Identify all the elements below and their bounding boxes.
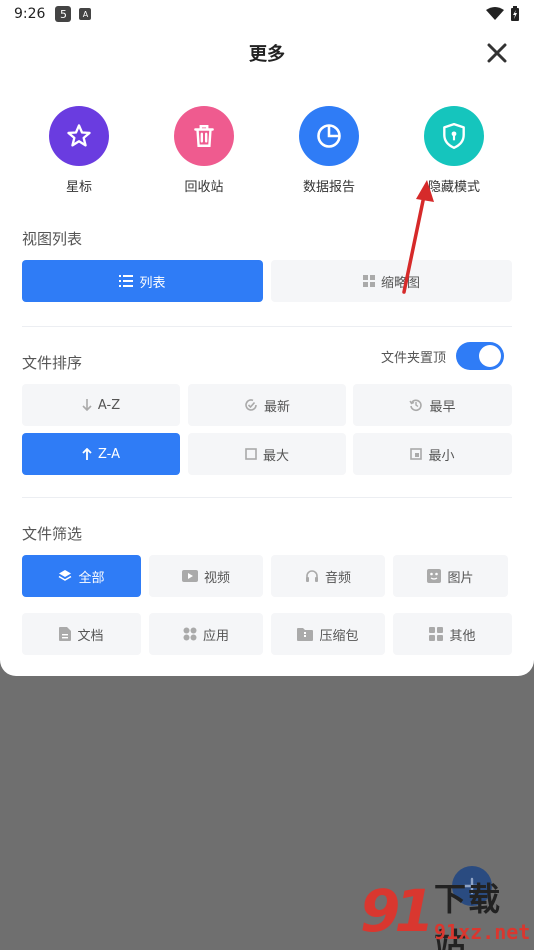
grid-icon bbox=[362, 275, 375, 287]
watermark-url: 91xz.net bbox=[434, 920, 531, 944]
arrow-up-icon bbox=[82, 448, 92, 460]
sheet-title: 更多 bbox=[249, 44, 285, 65]
grid-icon bbox=[429, 627, 444, 641]
star-icon bbox=[67, 124, 91, 147]
status-time: 9:26 bbox=[14, 6, 46, 22]
status-bar: 9:26 5 A bbox=[0, 0, 534, 28]
hidden-mode-circle bbox=[424, 106, 484, 166]
pie-chart-icon bbox=[317, 124, 341, 148]
close-icon bbox=[487, 43, 507, 63]
sort-option-a-z[interactable]: A-Z bbox=[22, 384, 180, 426]
sort-option-z-a[interactable]: Z-A bbox=[22, 433, 180, 475]
folder-top-setting: 文件夹置顶 bbox=[381, 342, 504, 370]
wifi-icon bbox=[486, 7, 504, 20]
report-circle bbox=[299, 106, 359, 166]
filter-option-label: 其他 bbox=[449, 628, 476, 644]
close-button[interactable] bbox=[482, 38, 512, 68]
history-icon bbox=[409, 399, 423, 412]
quick-action-trash[interactable]: 回收站 bbox=[149, 106, 259, 195]
filter-option-label: 压缩包 bbox=[319, 628, 359, 644]
folder-top-toggle[interactable] bbox=[456, 342, 504, 370]
view-option-list[interactable]: 列表 bbox=[22, 260, 263, 302]
filter-title: 文件筛选 bbox=[22, 525, 83, 543]
square-small-icon bbox=[410, 448, 423, 460]
quick-action-label: 星标 bbox=[65, 180, 92, 195]
notification-badge-small: A bbox=[79, 8, 92, 20]
arrow-down-icon bbox=[82, 399, 92, 411]
square-icon bbox=[245, 448, 257, 460]
sort-option-newest[interactable]: 最新 bbox=[188, 384, 346, 426]
view-option-label: 列表 bbox=[139, 275, 166, 291]
quick-action-star[interactable]: 星标 bbox=[24, 106, 134, 195]
sort-option-label: Z-A bbox=[98, 446, 120, 462]
sort-option-largest[interactable]: 最大 bbox=[188, 433, 346, 475]
image-icon bbox=[427, 569, 442, 583]
sort-option-label: A-Z bbox=[97, 397, 121, 413]
filter-option-document[interactable]: 文档 bbox=[22, 613, 141, 655]
watermark-logo: 91 bbox=[360, 877, 435, 945]
notification-badge: 5 bbox=[55, 6, 72, 22]
quick-action-label: 隐藏模式 bbox=[427, 180, 480, 195]
sort-title: 文件排序 bbox=[22, 354, 83, 372]
quick-action-label: 回收站 bbox=[184, 180, 224, 195]
divider bbox=[22, 326, 512, 327]
headphones-icon bbox=[305, 570, 318, 582]
quick-action-hidden-mode[interactable]: 隐藏模式 bbox=[399, 106, 509, 195]
filter-option-archive[interactable]: 压缩包 bbox=[271, 613, 385, 655]
view-option-thumbnail[interactable]: 缩略图 bbox=[271, 260, 512, 302]
quick-action-label: 数据报告 bbox=[302, 180, 355, 195]
folder-top-label: 文件夹置顶 bbox=[380, 350, 446, 366]
filter-option-label: 音频 bbox=[324, 570, 351, 586]
sort-option-label: 最新 bbox=[263, 399, 290, 415]
trash-circle bbox=[174, 106, 234, 166]
sort-option-oldest[interactable]: 最早 bbox=[353, 384, 512, 426]
apps-icon bbox=[183, 627, 197, 641]
filter-option-label: 视频 bbox=[203, 570, 230, 586]
filter-option-label: 应用 bbox=[202, 628, 229, 644]
star-circle bbox=[49, 106, 109, 166]
shield-lock-icon bbox=[443, 122, 465, 150]
view-list-title: 视图列表 bbox=[22, 230, 83, 248]
divider bbox=[22, 497, 512, 498]
sort-option-label: 最大 bbox=[262, 448, 289, 464]
filter-option-image[interactable]: 图片 bbox=[393, 555, 508, 597]
battery-icon bbox=[511, 6, 519, 21]
filter-option-label: 全部 bbox=[78, 570, 105, 586]
document-icon bbox=[59, 627, 72, 641]
filter-option-other[interactable]: 其他 bbox=[393, 613, 512, 655]
filter-option-label: 文档 bbox=[77, 628, 104, 644]
clock-check-icon bbox=[245, 399, 257, 411]
sort-option-label: 最早 bbox=[429, 399, 456, 415]
filter-option-audio[interactable]: 音频 bbox=[271, 555, 385, 597]
sort-option-label: 最小 bbox=[428, 448, 455, 464]
filter-option-apps[interactable]: 应用 bbox=[149, 613, 263, 655]
filter-option-all[interactable]: 全部 bbox=[22, 555, 141, 597]
filter-option-video[interactable]: 视频 bbox=[149, 555, 263, 597]
toggle-knob bbox=[479, 345, 501, 367]
quick-action-report[interactable]: 数据报告 bbox=[274, 106, 384, 195]
layers-icon bbox=[59, 570, 72, 581]
filter-option-label: 图片 bbox=[447, 570, 474, 586]
sort-option-smallest[interactable]: 最小 bbox=[353, 433, 512, 475]
list-icon bbox=[119, 275, 134, 287]
trash-icon bbox=[194, 125, 214, 147]
view-option-label: 缩略图 bbox=[380, 275, 420, 291]
more-sheet: 更多 星标 回收站 数据报告 隐藏模式 视图列表 列表 缩略图 文件排序 文件夹… bbox=[0, 0, 534, 676]
video-icon bbox=[181, 570, 198, 582]
site-watermark: 91 下载站 91xz.net bbox=[360, 872, 534, 950]
archive-icon bbox=[297, 627, 314, 641]
